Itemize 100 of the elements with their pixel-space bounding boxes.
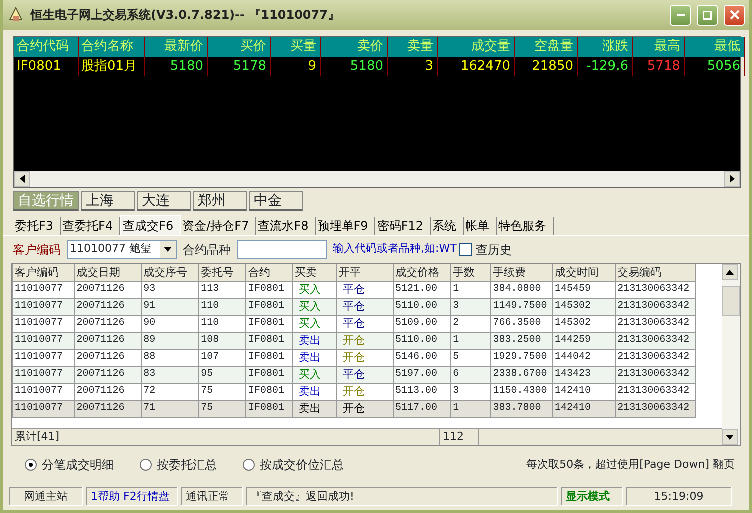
function-tab[interactable]: 查流水F8 bbox=[256, 217, 316, 235]
close-button[interactable] bbox=[724, 4, 745, 26]
scroll-left-icon[interactable] bbox=[20, 175, 24, 183]
column-header[interactable]: 空盘量 bbox=[514, 37, 577, 56]
table-cell: 213130063342 bbox=[615, 298, 696, 315]
table-cell: 20071126 bbox=[74, 332, 142, 349]
quote-cell: 21850 bbox=[532, 58, 574, 74]
column-header[interactable]: 买卖 bbox=[292, 264, 336, 281]
column-header[interactable]: 客户编码 bbox=[12, 264, 74, 281]
scroll-thumb[interactable] bbox=[722, 286, 740, 316]
maximize-button[interactable] bbox=[697, 4, 718, 26]
column-header[interactable]: 成交量 bbox=[437, 37, 514, 56]
radio-button[interactable] bbox=[140, 459, 152, 471]
table-row[interactable]: 11010077 20071126 83 95 IF0801 买入 平仓 5197.00 6 2338.6700 143423 213130063342 bbox=[12, 366, 696, 383]
quote-cell: 5718 bbox=[647, 58, 680, 74]
function-tab[interactable]: 委托F3 bbox=[13, 217, 61, 235]
caret-icon[interactable] bbox=[164, 247, 172, 252]
close-icon[interactable] bbox=[730, 10, 740, 20]
column-header[interactable]: 最低 bbox=[684, 37, 744, 56]
column-header[interactable]: 涨跌 bbox=[577, 37, 632, 56]
column-header[interactable]: 委托号 bbox=[198, 264, 246, 281]
minimize-icon[interactable] bbox=[676, 14, 684, 16]
column-header[interactable]: 卖价 bbox=[320, 37, 387, 56]
table-row[interactable]: 11010077 20071126 89 108 IF0801 卖出 开仓 5110.00 1 383.2500 144259 213130063342 bbox=[12, 332, 696, 349]
column-header[interactable]: 买价 bbox=[207, 37, 270, 56]
radio-label[interactable]: 按委托汇总 bbox=[157, 456, 217, 474]
table-cell: IF0801 bbox=[246, 315, 292, 332]
table-cell: 卖出 bbox=[292, 400, 336, 417]
table-cell: 213130063342 bbox=[615, 400, 696, 417]
history-label: 查历史 bbox=[476, 242, 512, 258]
table-row[interactable]: 11010077 20071126 71 75 IF0801 卖出 开仓 5117.00 1 383.7800 142410 213130063342 bbox=[12, 400, 696, 417]
function-tab[interactable]: 特色服务 bbox=[496, 217, 554, 235]
scroll-down-icon[interactable] bbox=[726, 434, 734, 440]
table-cell: 11010077 bbox=[12, 315, 74, 332]
function-tab[interactable]: 系统 bbox=[430, 217, 464, 235]
function-tab[interactable]: 资金/持仓F7 bbox=[180, 217, 256, 235]
table-cell: 75 bbox=[198, 400, 246, 417]
table-cell: 766.3500 bbox=[490, 315, 552, 332]
radio-button[interactable] bbox=[243, 459, 255, 471]
column-header[interactable]: 最新价 bbox=[144, 37, 207, 56]
table-row[interactable]: 11010077 20071126 90 110 IF0801 买入 平仓 5109.00 2 766.3500 145302 213130063342 bbox=[12, 315, 696, 332]
table-row[interactable]: 11010077 20071126 88 107 IF0801 卖出 开仓 5146.00 5 1929.7500 144042 213130063342 bbox=[12, 349, 696, 366]
function-tab[interactable]: 预埋单F9 bbox=[316, 217, 376, 235]
quote-cell: 5180 bbox=[170, 58, 204, 74]
column-header[interactable]: 最高 bbox=[632, 37, 684, 56]
table-cell: 买入 bbox=[292, 298, 336, 315]
function-tab[interactable]: 帐单 bbox=[464, 217, 496, 235]
table-row[interactable]: 11010077 20071126 93 113 IF0801 买入 平仓 5121.00 1 384.0800 145459 213130063342 bbox=[12, 281, 696, 298]
minimize-button[interactable] bbox=[670, 4, 691, 26]
quote-cell: IF0801 bbox=[17, 58, 62, 74]
column-header[interactable]: 合约 bbox=[246, 264, 292, 281]
column-header[interactable]: 开平 bbox=[336, 264, 394, 281]
contract-field[interactable] bbox=[237, 240, 327, 259]
table-cell: 1149.7500 bbox=[490, 298, 552, 315]
market-tab[interactable]: 郑州 bbox=[193, 191, 247, 211]
scroll-right-icon[interactable] bbox=[730, 175, 734, 183]
table-row[interactable]: 11010077 20071126 91 110 IF0801 买入 平仓 5110.00 3 1149.7500 145302 213130063342 bbox=[12, 298, 696, 315]
function-tab[interactable]: 查成交F6 bbox=[120, 215, 181, 235]
column-header[interactable]: 交易编码 bbox=[615, 264, 696, 281]
history-checkbox[interactable] bbox=[458, 243, 472, 256]
table-row[interactable]: 11010077 20071126 72 75 IF0801 卖出 开仓 5113.00 3 1150.4300 142410 213130063342 bbox=[12, 383, 696, 400]
table-cell: 1929.7500 bbox=[490, 349, 552, 366]
table-cell: 213130063342 bbox=[615, 366, 696, 383]
column-header[interactable]: 成交时间 bbox=[552, 264, 616, 281]
maximize-icon[interactable] bbox=[703, 10, 712, 20]
radio-label[interactable]: 分笔成交明细 bbox=[42, 456, 114, 474]
radio-label[interactable]: 按成交价位汇总 bbox=[260, 456, 344, 474]
function-tab[interactable]: 密码F12 bbox=[375, 217, 430, 235]
column-header[interactable]: 成交序号 bbox=[141, 264, 199, 281]
column-header[interactable]: 合约名称 bbox=[78, 37, 144, 56]
client-label: 客户编码 bbox=[13, 242, 61, 258]
table-cell: 5197.00 bbox=[393, 366, 451, 383]
table-cell: 213130063342 bbox=[615, 315, 696, 332]
column-header[interactable]: 合约代码 bbox=[14, 37, 78, 56]
table-cell: 11010077 bbox=[12, 281, 74, 298]
market-tab[interactable]: 中金 bbox=[249, 191, 303, 211]
quote-cell: 9 bbox=[308, 58, 316, 74]
table-cell: 20071126 bbox=[74, 383, 142, 400]
table-cell: 20071126 bbox=[74, 298, 142, 315]
scroll-up-icon[interactable] bbox=[726, 270, 734, 274]
quote-cell: 5056 bbox=[707, 58, 740, 74]
table-cell: IF0801 bbox=[246, 366, 292, 383]
client-dropdown[interactable]: 11010077 鲍玺 bbox=[67, 240, 177, 259]
market-tab[interactable]: 上海 bbox=[81, 191, 135, 211]
horizontal-scrollbar[interactable] bbox=[14, 171, 740, 187]
table-cell: 平仓 bbox=[336, 298, 394, 315]
column-header[interactable]: 卖量 bbox=[387, 37, 437, 56]
vertical-scrollbar[interactable] bbox=[722, 264, 740, 445]
radio-button[interactable] bbox=[25, 459, 37, 471]
column-header[interactable]: 手续费 bbox=[490, 264, 552, 281]
table-cell: 平仓 bbox=[336, 366, 394, 383]
column-header[interactable]: 手数 bbox=[450, 264, 491, 281]
column-header[interactable]: 买量 bbox=[270, 37, 320, 56]
table-cell: 买入 bbox=[292, 315, 336, 332]
status-mode: 显示模式 bbox=[561, 487, 623, 506]
column-header[interactable]: 成交价格 bbox=[393, 264, 451, 281]
market-tab[interactable]: 大连 bbox=[137, 191, 191, 211]
table-cell: 2338.6700 bbox=[490, 366, 552, 383]
table-cell: 卖出 bbox=[292, 332, 336, 349]
column-header[interactable]: 成交日期 bbox=[74, 264, 142, 281]
